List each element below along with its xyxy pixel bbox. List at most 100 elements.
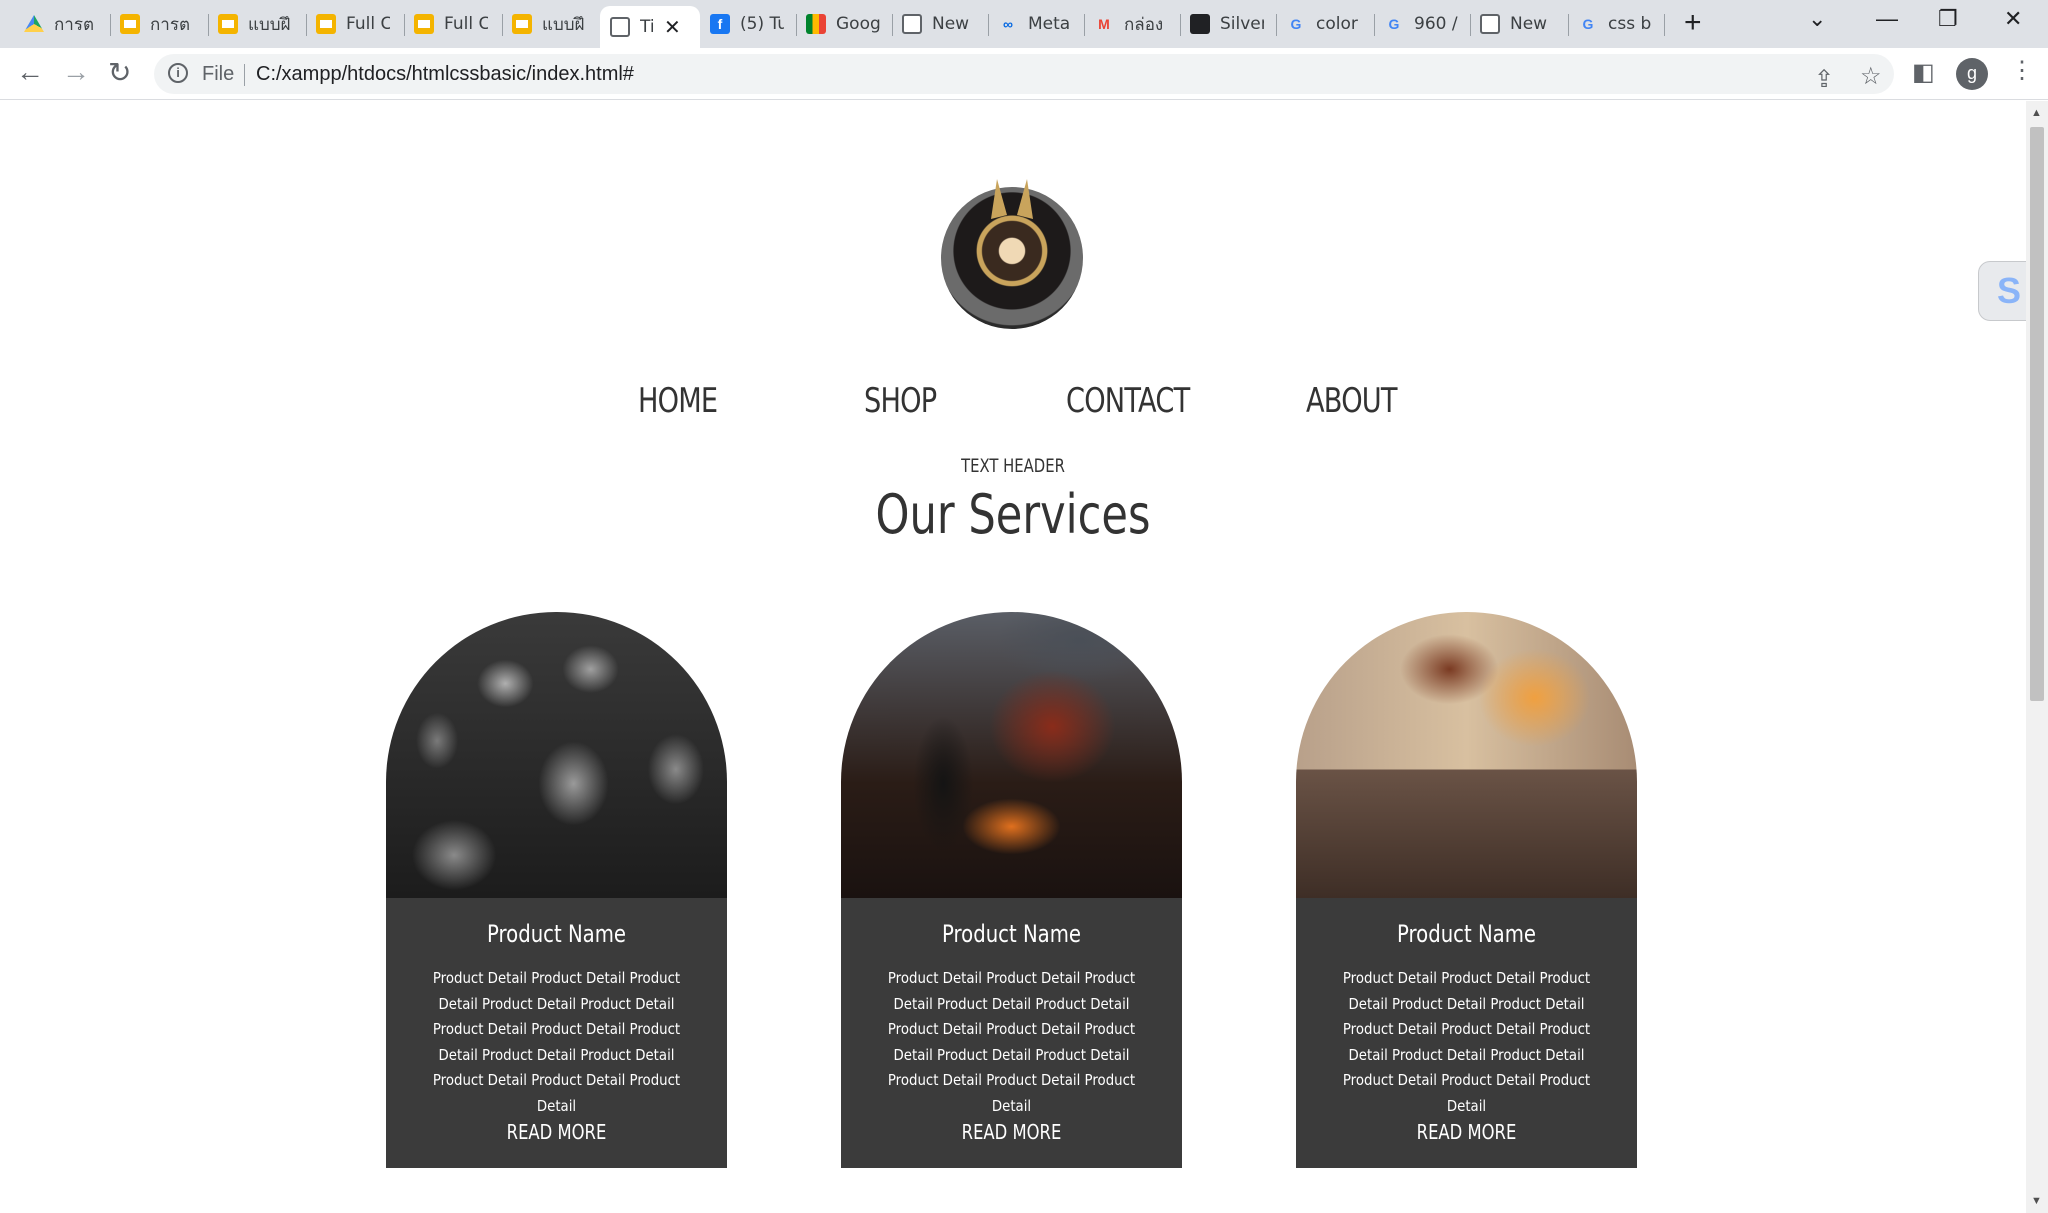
restore-icon[interactable]: ❐	[1938, 6, 1958, 32]
google-slides-icon	[414, 14, 434, 34]
facebook-icon: f	[710, 14, 730, 34]
tab-6[interactable]: แบบฝึ	[502, 8, 586, 40]
nav-about[interactable]: ABOUT	[1306, 381, 1398, 421]
page-title: Our Services	[875, 483, 1151, 546]
tab-title: Goog	[836, 14, 880, 34]
tab-2[interactable]: การต	[110, 8, 194, 40]
google-slides-icon	[218, 14, 238, 34]
product-detail: Product Detail Product Detail Product De…	[1342, 969, 1591, 1115]
divider	[244, 64, 245, 86]
silver-icon	[1190, 14, 1210, 34]
card-body: Product Name Product Detail Product Deta…	[386, 898, 727, 1168]
tab-title: 960 /	[1414, 14, 1458, 34]
side-panel-icon[interactable]: ◧	[1912, 58, 1935, 87]
tab-title: กล่อง	[1124, 14, 1164, 35]
tab-8[interactable]: f (5) Tu	[700, 8, 784, 40]
globe-icon	[610, 17, 630, 37]
tab-5[interactable]: Full C	[404, 8, 488, 40]
meta-icon: ∞	[1003, 16, 1013, 32]
read-more-link[interactable]: READ MORE	[872, 1120, 1152, 1144]
vertical-scrollbar[interactable]: ▲ ▼	[2026, 101, 2048, 1213]
back-arrow-icon[interactable]: ←	[16, 56, 44, 88]
close-window-icon[interactable]: ✕	[2004, 6, 2022, 32]
info-icon[interactable]: i	[168, 63, 188, 83]
tab-title: Full C	[346, 14, 390, 34]
tab-search-chevron-icon[interactable]: ⌄	[1808, 6, 1826, 32]
tab-16[interactable]: New	[1470, 8, 1554, 40]
tab-title: Full C	[444, 14, 488, 34]
read-more-link[interactable]: READ MORE	[417, 1120, 697, 1144]
product-name: Product Name	[1396, 920, 1537, 948]
address-bar[interactable]: i File C:/xampp/htdocs/htmlcssbasic/inde…	[154, 54, 1894, 94]
avatar[interactable]: g	[1956, 58, 1988, 90]
page-viewport: HOME SHOP CONTACT ABOUT TEXT HEADER Our …	[0, 101, 2026, 1213]
tab-13[interactable]: Silver	[1180, 8, 1264, 40]
scheme-label: File	[202, 63, 235, 85]
scroll-down-arrow-icon[interactable]: ▼	[2031, 1195, 2042, 1207]
tab-title: การต	[54, 14, 95, 35]
service-card: Product Name Product Detail Product Deta…	[386, 612, 727, 1168]
google-icon: G	[1290, 16, 1302, 32]
tab-title: Silver	[1220, 14, 1264, 34]
gmail-icon: M	[1098, 16, 1110, 32]
product-name: Product Name	[941, 920, 1082, 948]
google-slides-icon	[120, 14, 140, 34]
tab-active[interactable]: Ti ✕	[600, 6, 700, 48]
scroll-up-arrow-icon[interactable]: ▲	[2031, 107, 2042, 119]
more-menu-icon[interactable]: ⋮	[2010, 56, 2034, 85]
card-body: Product Name Product Detail Product Deta…	[1296, 898, 1637, 1168]
logo-ears	[991, 179, 1033, 219]
tab-title: การต	[150, 14, 191, 35]
product-detail: Product Detail Product Detail Product De…	[432, 969, 681, 1115]
tab-title: Meta	[1028, 14, 1071, 34]
tab-title: css b	[1608, 14, 1652, 34]
service-card: Product Name Product Detail Product Deta…	[1296, 612, 1637, 1168]
tab-title: New	[932, 14, 970, 34]
chrome-icon	[1480, 14, 1500, 34]
url-text[interactable]: C:/xampp/htdocs/htmlcssbasic/index.html#	[256, 63, 634, 86]
google-icon: G	[1582, 16, 1594, 32]
tab-15[interactable]: G 960 /	[1374, 8, 1458, 40]
tab-11[interactable]: ∞ Meta	[988, 8, 1072, 40]
warrior-vs-dragon-image	[841, 612, 1182, 898]
browser-toolbar: ← → ↻ i File C:/xampp/htdocs/htmlcssbasi…	[0, 48, 2048, 100]
google-drive-icon	[24, 15, 44, 32]
chrome-icon	[902, 14, 922, 34]
read-more-link[interactable]: READ MORE	[1327, 1120, 1607, 1144]
nav-shop[interactable]: SHOP	[864, 381, 937, 421]
minimize-icon[interactable]: —	[1876, 6, 1898, 32]
google-meet-icon	[806, 14, 826, 34]
reload-icon[interactable]: ↻	[108, 56, 131, 89]
tab-10[interactable]: New	[892, 8, 976, 40]
close-tab-icon[interactable]: ✕	[664, 15, 681, 40]
product-name: Product Name	[486, 920, 627, 948]
tab-14[interactable]: Gcolor	[1276, 8, 1360, 40]
scroll-thumb[interactable]	[2030, 127, 2044, 701]
google-icon: G	[1388, 16, 1400, 32]
service-card: Product Name Product Detail Product Deta…	[841, 612, 1182, 1168]
tab-12[interactable]: M กล่อง	[1084, 8, 1168, 40]
dragon-castle-image	[1296, 612, 1637, 898]
tab-9[interactable]: Goog	[796, 8, 880, 40]
tab-title: แบบฝึ	[542, 14, 585, 35]
bookmark-star-icon[interactable]: ☆	[1860, 62, 1882, 91]
tab-4[interactable]: Full C	[306, 8, 390, 40]
tab-title: Ti	[640, 17, 654, 37]
nav-home[interactable]: HOME	[638, 381, 718, 421]
text-header: TEXT HEADER	[961, 455, 1065, 477]
nav-contact[interactable]: CONTACT	[1066, 381, 1190, 421]
tab-1[interactable]: การต	[14, 8, 98, 40]
forward-arrow-icon[interactable]: →	[62, 56, 90, 88]
tab-title: (5) Tu	[740, 14, 784, 34]
google-slides-icon	[512, 14, 532, 34]
tab-17[interactable]: Gcss b	[1568, 8, 1652, 40]
knights-armor-image	[386, 612, 727, 898]
tab-title: แบบฝึ	[248, 14, 291, 35]
new-tab-plus-icon[interactable]: +	[1684, 6, 1702, 40]
tab-title: New	[1510, 14, 1548, 34]
tab-strip: การต การต แบบฝึ Full C Full C แบบฝึ Ti ✕ …	[0, 0, 2048, 48]
share-icon[interactable]: ⇪	[1814, 65, 1834, 94]
google-slides-icon	[316, 14, 336, 34]
extension-floating-icon[interactable]: S	[1978, 261, 2026, 321]
tab-3[interactable]: แบบฝึ	[208, 8, 292, 40]
